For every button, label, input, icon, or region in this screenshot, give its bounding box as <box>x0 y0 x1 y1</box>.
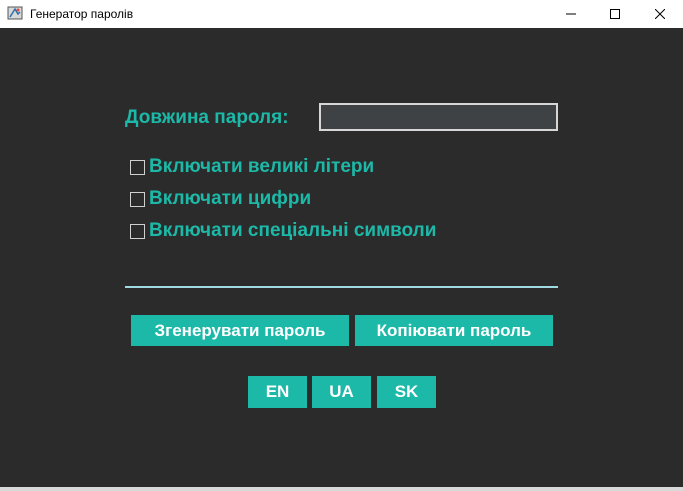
copy-password-button[interactable]: Копіювати пароль <box>355 315 553 346</box>
minimize-icon <box>566 13 576 15</box>
uppercase-option[interactable]: Включати великі літери <box>130 156 374 178</box>
app-window: Генератор паролів Довжина пароля: Включа… <box>0 0 683 491</box>
special-chars-checkbox[interactable] <box>130 223 145 239</box>
title-bar: Генератор паролів <box>0 0 683 28</box>
close-icon <box>655 9 665 19</box>
password-output-field[interactable] <box>125 286 558 288</box>
digits-checkbox[interactable] <box>130 191 145 207</box>
digits-option[interactable]: Включати цифри <box>130 188 311 210</box>
digits-label: Включати цифри <box>149 188 312 209</box>
maximize-icon <box>610 9 620 19</box>
password-length-input[interactable] <box>319 103 558 131</box>
language-sk-button[interactable]: SK <box>377 376 436 408</box>
password-length-label: Довжина пароля: <box>125 107 289 128</box>
special-chars-option[interactable]: Включати спеціальні символи <box>130 220 436 242</box>
language-ua-button[interactable]: UA <box>312 376 371 408</box>
uppercase-label: Включати великі літери <box>149 156 375 177</box>
bottom-edge-strip <box>0 487 683 491</box>
close-button[interactable] <box>637 0 683 28</box>
generate-password-button[interactable]: Згенерувати пароль <box>131 315 349 346</box>
window-title: Генератор паролів <box>30 7 134 21</box>
main-content: Довжина пароля: Включати великі літери В… <box>0 28 683 491</box>
uppercase-checkbox[interactable] <box>130 159 145 175</box>
special-chars-label: Включати спеціальні символи <box>149 220 437 241</box>
maximize-button[interactable] <box>592 0 638 28</box>
language-en-button[interactable]: EN <box>248 376 307 408</box>
minimize-button[interactable] <box>548 0 594 28</box>
app-feather-icon <box>7 5 23 21</box>
